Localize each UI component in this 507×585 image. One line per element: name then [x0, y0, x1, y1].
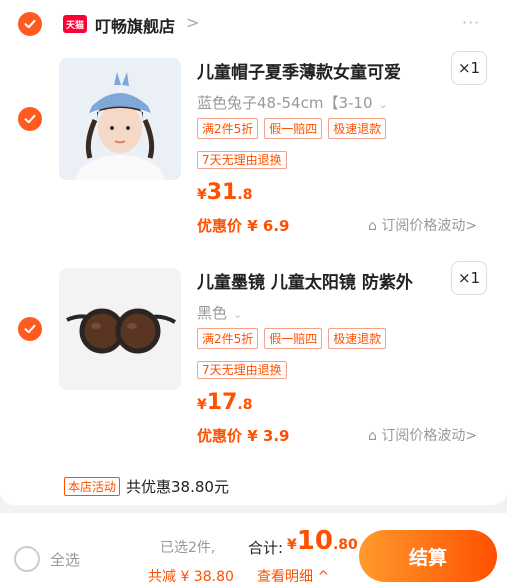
- cart-store-card: 天猫 叮畅旗舰店 > ··· 儿童帽子夏季薄款女童可爱 ×1 蓝色兔子48-54…: [0, 0, 507, 505]
- total-label: 合计:: [248, 539, 284, 557]
- promo-tags: 满2件5折 假一赔四 极速退款: [197, 118, 387, 139]
- select-all-checkbox[interactable]: [14, 546, 40, 572]
- selected-count: 已选2件,: [160, 540, 216, 556]
- total-integer: 10: [296, 526, 333, 556]
- chevron-down-icon: ⌄: [233, 308, 243, 321]
- kids-sunglasses-illustration: [59, 268, 181, 390]
- promo-tag: 假一赔四: [264, 118, 323, 139]
- price-decimal: .8: [237, 397, 253, 413]
- currency-symbol: ¥: [197, 187, 207, 203]
- more-options-icon[interactable]: ···: [462, 13, 480, 32]
- price-decimal: .8: [237, 187, 253, 203]
- product-image-kid-hat[interactable]: [59, 58, 181, 180]
- item-price: ¥17.8: [197, 390, 252, 415]
- checkmark-icon: [24, 324, 36, 334]
- store-icon: ⌂: [368, 218, 382, 234]
- return-policy: 7天无理由退换: [197, 359, 287, 379]
- store-header: 天猫 叮畅旗舰店 > ···: [0, 0, 507, 48]
- total-price: ¥10.80: [287, 526, 358, 556]
- subscribe-price-link[interactable]: ⌂ 订阅价格波动>: [368, 215, 477, 235]
- total-decimal: .80: [332, 537, 358, 553]
- checkout-bar: 全选 已选2件, 合计: ¥10.80 共减 ¥ 38.80 查看明细 ^ 结算: [0, 513, 507, 585]
- subscribe-price-link[interactable]: ⌂ 订阅价格波动>: [368, 425, 477, 445]
- item-price: ¥31.8: [197, 180, 252, 205]
- store-activity-tag: 本店活动: [64, 477, 121, 496]
- discount-price: 优惠价 ¥ 6.9: [197, 217, 290, 235]
- quantity-button[interactable]: ×1: [451, 261, 487, 295]
- tmall-logo-icon: 天猫: [63, 15, 87, 33]
- subscribe-label: 订阅价格波动>: [381, 428, 478, 444]
- return-policy: 7天无理由退换: [197, 149, 287, 169]
- select-all-label[interactable]: 全选: [50, 549, 80, 570]
- checkout-button[interactable]: 结算: [359, 530, 497, 582]
- sku-selector[interactable]: 黑色 ⌄: [197, 302, 242, 323]
- currency-symbol: ¥: [197, 397, 207, 413]
- checkmark-icon: [24, 114, 36, 124]
- sku-text: 蓝色兔子48-54cm【3-10: [197, 94, 373, 112]
- promo-tag: 极速退款: [328, 328, 387, 349]
- store-icon: ⌂: [368, 428, 382, 444]
- price-integer: 31: [206, 180, 238, 205]
- product-image-sunglasses[interactable]: [59, 268, 181, 390]
- promo-tag: 极速退款: [328, 118, 387, 139]
- chevron-right-icon[interactable]: >: [186, 13, 199, 32]
- currency-symbol: ¥: [287, 537, 297, 553]
- kid-with-blue-hat-illustration: [59, 58, 181, 180]
- store-promo: 本店活动 共优惠38.80元: [64, 476, 229, 497]
- price-integer: 17: [206, 390, 238, 415]
- item-checkbox[interactable]: [18, 317, 42, 341]
- store-name-link[interactable]: 叮畅旗舰店: [95, 13, 175, 37]
- discount-price: 优惠价 ¥ 3.9: [197, 427, 290, 445]
- sku-text: 黑色: [197, 304, 228, 322]
- tmall-badge-text: 天猫: [65, 20, 84, 31]
- product-title[interactable]: 儿童墨镜 儿童太阳镜 防紫外: [197, 268, 442, 293]
- quantity-button[interactable]: ×1: [451, 51, 487, 85]
- promo-tag: 满2件5折: [197, 118, 259, 139]
- product-title[interactable]: 儿童帽子夏季薄款女童可爱: [197, 58, 442, 83]
- store-discount-text: 共优惠38.80元: [126, 478, 229, 496]
- return-tag: 7天无理由退换: [197, 151, 287, 169]
- promo-tags: 满2件5折 假一赔四 极速退款: [197, 328, 387, 349]
- cart-item: 儿童墨镜 儿童太阳镜 防紫外 ×1 黑色 ⌄ 满2件5折 假一赔四 极速退款 7天…: [0, 258, 507, 468]
- checkmark-icon: [24, 19, 36, 29]
- store-checkbox[interactable]: [18, 12, 42, 36]
- promo-tag: 假一赔四: [264, 328, 323, 349]
- promo-tag: 满2件5折: [197, 328, 259, 349]
- sku-selector[interactable]: 蓝色兔子48-54cm【3-10 ⌄: [197, 92, 388, 113]
- chevron-down-icon: ⌄: [378, 98, 388, 111]
- return-tag: 7天无理由退换: [197, 361, 287, 379]
- cart-item: 儿童帽子夏季薄款女童可爱 ×1 蓝色兔子48-54cm【3-10 ⌄ 满2件5折 …: [0, 48, 507, 258]
- item-checkbox[interactable]: [18, 107, 42, 131]
- view-details-link[interactable]: 查看明细 ^: [257, 566, 329, 585]
- subscribe-label: 订阅价格波动>: [381, 218, 478, 234]
- total-saved: 共减 ¥ 38.80: [148, 569, 234, 585]
